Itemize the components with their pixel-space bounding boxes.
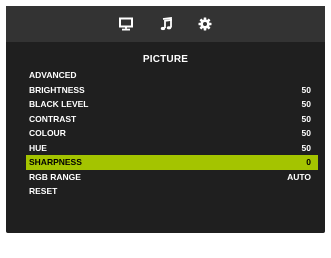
menu-item-black-level[interactable]: BLACK LEVEL 50 <box>26 97 318 112</box>
menu-item-label: RGB RANGE <box>29 171 81 182</box>
menu-item-reset[interactable]: RESET <box>26 184 318 199</box>
picture-menu: ADVANCED BRIGHTNESS 50 BLACK LEVEL 50 CO… <box>26 68 318 199</box>
menu-item-label: HUE <box>29 142 47 153</box>
music-note-icon <box>160 17 172 31</box>
menu-item-value: AUTO <box>287 171 311 182</box>
menu-item-label: CONTRAST <box>29 113 77 124</box>
tab-settings[interactable] <box>197 17 213 31</box>
menu-item-colour[interactable]: COLOUR 50 <box>26 126 318 141</box>
menu-item-value: 50 <box>301 113 311 124</box>
menu-item-label: SHARPNESS <box>29 157 82 167</box>
menu-item-advanced[interactable]: ADVANCED <box>26 68 318 83</box>
menu-item-value: 50 <box>301 99 311 109</box>
menu-item-label: COLOUR <box>29 128 66 138</box>
gear-icon <box>198 17 212 31</box>
menu-item-value: 50 <box>301 128 311 138</box>
tab-bar <box>6 6 325 42</box>
menu-item-sharpness[interactable]: SHARPNESS 0 <box>26 155 318 170</box>
menu-item-value: 50 <box>301 84 311 95</box>
monitor-icon <box>119 17 133 31</box>
menu-item-value: 50 <box>301 142 311 153</box>
menu-item-hue[interactable]: HUE 50 <box>26 141 318 156</box>
menu-title: PICTURE <box>142 54 189 65</box>
tab-audio[interactable] <box>158 17 174 31</box>
osd-panel: PICTURE ADVANCED BRIGHTNESS 50 BLACK LEV… <box>6 6 325 233</box>
menu-item-label: BRIGHTNESS <box>29 84 85 95</box>
menu-item-rgb-range[interactable]: RGB RANGE AUTO <box>26 170 318 185</box>
menu-item-label: ADVANCED <box>29 70 77 80</box>
menu-item-value: 0 <box>306 157 311 167</box>
tab-display[interactable] <box>118 17 134 31</box>
menu-item-brightness[interactable]: BRIGHTNESS 50 <box>26 83 318 98</box>
menu-item-label: RESET <box>29 186 58 196</box>
menu-item-contrast[interactable]: CONTRAST 50 <box>26 112 318 127</box>
menu-item-label: BLACK LEVEL <box>29 99 89 109</box>
